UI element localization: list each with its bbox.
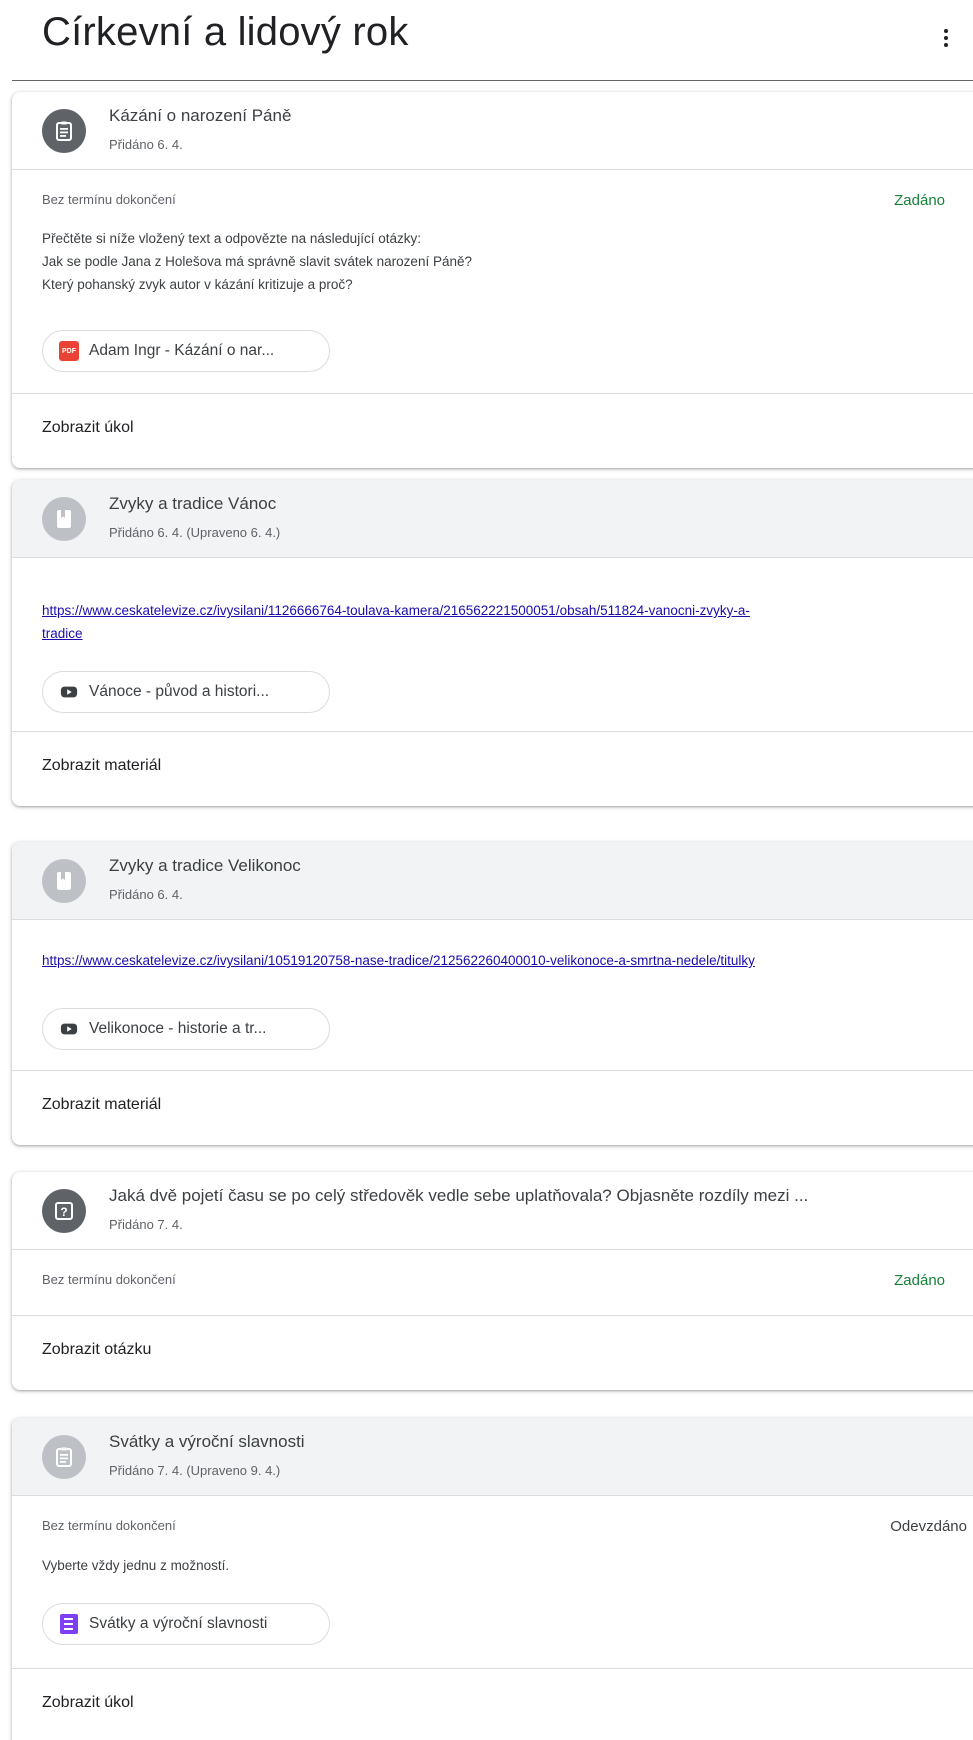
description: Přečtěte si níže vložený text a odpovězt… <box>42 227 472 296</box>
card-title: Jaká dvě pojetí času se po celý středově… <box>109 1186 809 1205</box>
attachment-label: Svátky a výroční slavnosti <box>89 1615 268 1632</box>
stream-card-assignment[interactable]: Kázání o narození Páně Přidáno 6. 4. Bez… <box>12 92 973 468</box>
due-date: Bez termínu dokončení <box>42 1518 176 1533</box>
attachment-label: Adam Ingr - Kázání o nar... <box>89 342 275 359</box>
top-bar: Církevní a lidový rok <box>0 0 973 80</box>
card-header[interactable]: Kázání o narození Páně Přidáno 6. 4. <box>12 92 973 170</box>
assignment-icon <box>42 109 86 153</box>
card-header[interactable]: ? Jaká dvě pojetí času se po celý středo… <box>12 1172 973 1250</box>
view-material-link[interactable]: Zobrazit materiál <box>42 1096 161 1114</box>
link-line[interactable]: tradice <box>42 622 942 645</box>
card-footer: Zobrazit úkol <box>12 1669 973 1740</box>
due-date: Bez termínu dokončení <box>42 192 176 207</box>
link-line[interactable]: https://www.ceskatelevize.cz/ivysilani/1… <box>42 599 942 622</box>
posted-date: Přidáno 7. 4. (Upraveno 9. 4.) <box>109 1463 281 1478</box>
card-body: https://www.ceskatelevize.cz/ivysilani/1… <box>12 558 973 732</box>
card-header[interactable]: Zvyky a tradice Vánoc Přidáno 6. 4. (Upr… <box>12 480 973 558</box>
view-assignment-link[interactable]: Zobrazit úkol <box>42 1694 134 1712</box>
posted-date: Přidáno 6. 4. <box>109 137 183 152</box>
attachment-label: Vánoce - původ a histori... <box>89 683 270 700</box>
card-header[interactable]: Zvyky a tradice Velikonoc Přidáno 6. 4. <box>12 842 973 920</box>
attachment-chip[interactable]: PDF Adam Ingr - Kázání o nar... <box>42 330 330 372</box>
attachment-label: Velikonoce - historie a tr... <box>89 1020 267 1037</box>
card-body: Bez termínu dokončení Zadáno <box>12 1250 973 1316</box>
card-footer: Zobrazit materiál <box>12 732 973 806</box>
assignment-icon <box>42 1435 86 1479</box>
card-title: Svátky a výroční slavnosti <box>109 1432 305 1451</box>
header-divider <box>12 80 973 81</box>
card-footer: Zobrazit materiál <box>12 1071 973 1145</box>
description: Vyberte vždy jednu z možností. <box>42 1554 229 1577</box>
view-question-link[interactable]: Zobrazit otázku <box>42 1341 151 1359</box>
posted-date: Přidáno 6. 4. (Upraveno 6. 4.) <box>109 525 281 540</box>
description-line: Jak se podle Jana z Holešova má správně … <box>42 254 472 269</box>
page-title: Církevní a lidový rok <box>42 10 409 54</box>
card-title: Kázání o narození Páně <box>109 106 292 125</box>
card-body: Bez termínu dokončení Odevzdáno Vyberte … <box>12 1496 973 1669</box>
youtube-icon <box>59 1019 79 1039</box>
description-line: Který pohanský zvyk autor v kázání kriti… <box>42 277 353 292</box>
question-icon: ? <box>42 1189 86 1233</box>
stream-card-material[interactable]: Zvyky a tradice Velikonoc Přidáno 6. 4. … <box>12 842 973 1145</box>
description-line: Vyberte vždy jednu z možností. <box>42 1558 230 1573</box>
book-icon <box>42 497 86 541</box>
card-body: Bez termínu dokončení Zadáno Přečtěte si… <box>12 170 973 394</box>
card-body: https://www.ceskatelevize.cz/ivysilani/1… <box>12 920 973 1071</box>
posted-date: Přidáno 7. 4. <box>109 1217 183 1232</box>
external-link[interactable]: https://www.ceskatelevize.cz/ivysilani/1… <box>42 949 942 972</box>
card-footer: Zobrazit otázku <box>12 1316 973 1390</box>
view-assignment-link[interactable]: Zobrazit úkol <box>42 419 134 437</box>
forms-icon <box>59 1614 79 1634</box>
status-badge: Zadáno <box>894 192 945 209</box>
link-line[interactable]: https://www.ceskatelevize.cz/ivysilani/1… <box>42 949 942 972</box>
youtube-icon <box>59 682 79 702</box>
card-header[interactable]: Svátky a výroční slavnosti Přidáno 7. 4.… <box>12 1418 973 1496</box>
card-title: Zvyky a tradice Velikonoc <box>109 856 301 875</box>
stream-card-material[interactable]: Zvyky a tradice Vánoc Přidáno 6. 4. (Upr… <box>12 480 973 806</box>
view-material-link[interactable]: Zobrazit materiál <box>42 757 161 775</box>
due-date: Bez termínu dokončení <box>42 1272 176 1287</box>
card-footer: Zobrazit úkol <box>12 394 973 468</box>
description-line: Přečtěte si níže vložený text a odpovězt… <box>42 231 421 246</box>
attachment-chip[interactable]: Vánoce - původ a histori... <box>42 671 330 713</box>
posted-date: Přidáno 6. 4. <box>109 887 183 902</box>
more-vert-icon[interactable] <box>926 18 966 58</box>
svg-text:?: ? <box>60 1205 67 1219</box>
attachment-chip[interactable]: Svátky a výroční slavnosti <box>42 1603 330 1645</box>
card-title: Zvyky a tradice Vánoc <box>109 494 277 513</box>
stream-card-question[interactable]: ? Jaká dvě pojetí času se po celý středo… <box>12 1172 973 1390</box>
book-icon <box>42 859 86 903</box>
external-link[interactable]: https://www.ceskatelevize.cz/ivysilani/1… <box>42 599 942 645</box>
status-badge: Odevzdáno <box>890 1518 967 1535</box>
status-badge: Zadáno <box>894 1272 945 1289</box>
pdf-icon: PDF <box>59 341 79 361</box>
stream-card-assignment[interactable]: Svátky a výroční slavnosti Přidáno 7. 4.… <box>12 1418 973 1740</box>
attachment-chip[interactable]: Velikonoce - historie a tr... <box>42 1008 330 1050</box>
